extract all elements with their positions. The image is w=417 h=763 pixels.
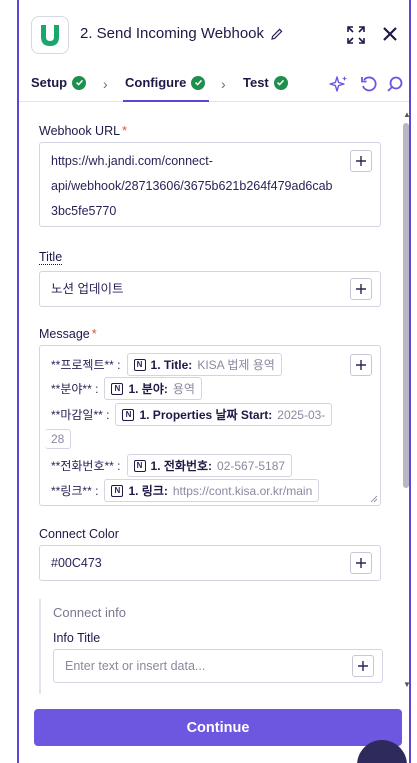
scroll-down-arrow-icon[interactable]: ▼ (403, 680, 411, 689)
search-icon[interactable] (385, 74, 405, 94)
plus-icon (356, 360, 366, 370)
title-field[interactable]: 노션 업데이트 (39, 271, 381, 307)
expand-icon[interactable] (346, 25, 366, 45)
close-icon[interactable] (381, 25, 399, 43)
insert-data-button[interactable] (350, 354, 372, 376)
title-label: Title (39, 250, 63, 265)
insert-data-button[interactable] (350, 150, 372, 172)
message-line: **마감일** : N 1. Properties 날짜 Start: 2025-0… (51, 403, 333, 426)
title-value: 노션 업데이트 (51, 282, 124, 296)
resize-handle-icon[interactable] (370, 495, 378, 503)
connect-color-value: #00C473 (51, 556, 102, 570)
info-title-placeholder: Enter text or insert data... (65, 659, 206, 673)
check-circle-icon (191, 75, 206, 90)
webhook-url-label: Webhook URL * (39, 124, 127, 138)
tab-test-label: Test (243, 75, 269, 90)
tab-setup-label: Setup (31, 75, 68, 90)
tab-configure-label: Configure (125, 75, 187, 90)
configure-form: Webhook URL * https://wh.jandi.com/connec… (19, 102, 409, 694)
check-circle-icon (72, 75, 87, 90)
data-pill[interactable]: N 1. 링크: https://cont.kisa.or.kr/main (104, 479, 320, 502)
plus-icon (358, 661, 368, 671)
data-pill[interactable]: N 1. Properties 날짜 Start: 2025-03- (115, 403, 333, 426)
data-pill-wrap: 28 (45, 429, 72, 449)
step-tabs: Setup › Configure › Test (19, 65, 409, 102)
data-pill[interactable]: N 1. 분야: 용역 (104, 377, 202, 400)
info-title-field[interactable]: Enter text or insert data... (53, 649, 383, 683)
data-pill[interactable]: N 1. Title: KISA 법제 용역 (126, 353, 282, 376)
message-line: 28 (45, 429, 72, 449)
webhook-url-field[interactable]: https://wh.jandi.com/connect- api/webhoo… (39, 142, 381, 227)
webhook-url-line: api/webhook/28713606/3675b621b264f479ad6… (51, 179, 333, 193)
continue-button[interactable]: Continue (34, 709, 402, 746)
webhook-url-line: 3bc5fe5770 (51, 204, 117, 218)
undo-icon[interactable] (359, 74, 379, 94)
data-pill[interactable]: N 1. 전화번호: 02-567-5187 (126, 454, 293, 477)
step-header: 2. Send Incoming Webhook (19, 0, 409, 65)
tab-test[interactable]: Test (243, 75, 288, 90)
notion-icon: N (133, 459, 146, 472)
ai-sparkle-icon[interactable] (329, 74, 349, 94)
connect-info-group: Connect info Info Title Enter text or in… (39, 599, 383, 694)
step-title: 2. Send Incoming Webhook (80, 25, 265, 42)
edit-pencil-icon[interactable] (270, 27, 284, 41)
connect-info-title: Connect info (53, 605, 126, 620)
notion-icon: N (133, 358, 146, 371)
form-scrollbar[interactable]: ▲ ▼ (403, 110, 411, 690)
chevron-right-icon: › (221, 76, 226, 92)
plus-icon (356, 284, 366, 294)
scroll-thumb[interactable] (403, 123, 409, 488)
tab-configure[interactable]: Configure (125, 75, 206, 90)
step-editor-panel: 2. Send Incoming Webhook Setup › Configu… (17, 0, 411, 763)
notion-icon: N (111, 484, 124, 497)
insert-data-button[interactable] (350, 278, 372, 300)
tab-setup[interactable]: Setup (31, 75, 87, 90)
insert-data-button[interactable] (352, 655, 374, 677)
message-field[interactable]: **프로젝트** : N 1. Title: KISA 법제 용역 **분야** :… (39, 345, 381, 506)
plus-icon (356, 558, 366, 568)
scroll-up-arrow-icon[interactable]: ▲ (403, 110, 411, 119)
message-line: **프로젝트** : N 1. Title: KISA 법제 용역 (51, 353, 282, 376)
notion-icon: N (122, 408, 135, 421)
connect-color-field[interactable]: #00C473 (39, 545, 381, 581)
plus-icon (356, 156, 366, 166)
message-line: **분야** : N 1. 분야: 용역 (51, 377, 202, 400)
message-label: Message * (39, 327, 97, 341)
notion-icon: N (111, 382, 124, 395)
message-line: **전화번호** : N 1. 전화번호: 02-567-5187 (51, 454, 293, 477)
jandi-app-icon (31, 16, 69, 54)
message-line: **링크** : N 1. 링크: https://cont.kisa.or.kr/… (51, 479, 320, 502)
chevron-right-icon: › (103, 76, 108, 92)
info-title-label: Info Title (53, 631, 101, 645)
insert-data-button[interactable] (350, 552, 372, 574)
webhook-url-line: https://wh.jandi.com/connect- (51, 154, 213, 168)
footer: Continue (19, 694, 409, 763)
connect-color-label: Connect Color (39, 527, 119, 541)
check-circle-icon (273, 75, 288, 90)
